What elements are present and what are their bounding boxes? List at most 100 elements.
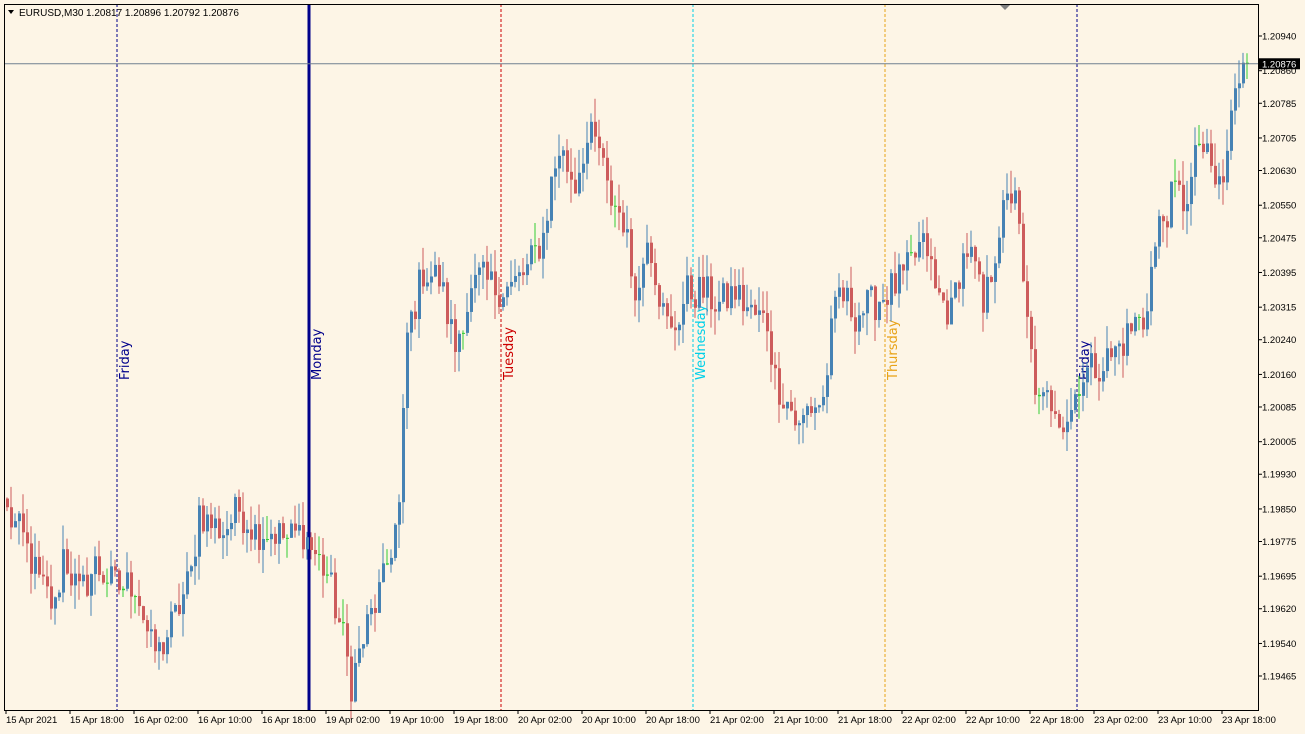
candle — [126, 552, 129, 592]
candle — [958, 280, 961, 303]
candle — [394, 523, 397, 562]
candle — [1222, 159, 1225, 205]
candle — [1138, 314, 1141, 331]
y-tick-label: 1.20085 — [1262, 402, 1296, 413]
candle — [634, 273, 637, 317]
x-tick-label: 19 Apr 02:00 — [326, 715, 380, 726]
chart-header[interactable]: EURUSD,M30 1.20817 1.20896 1.20792 1.208… — [8, 8, 239, 19]
candle — [878, 301, 881, 328]
candle — [470, 274, 473, 322]
candle — [1130, 322, 1133, 335]
candle — [794, 397, 797, 431]
candle — [990, 275, 993, 283]
candle — [222, 521, 225, 560]
candle — [1046, 381, 1049, 408]
candle — [954, 282, 957, 300]
candle — [298, 503, 301, 536]
candle — [906, 240, 909, 291]
candle — [478, 262, 481, 296]
candle — [326, 556, 329, 584]
candle — [558, 134, 561, 188]
y-tick-label: 1.20475 — [1262, 233, 1296, 244]
candle — [58, 589, 61, 601]
candle — [686, 256, 689, 312]
candle — [918, 221, 921, 262]
candlestick-chart[interactable]: Friday Monday Tuesday Wednesday Thursday Frid… — [0, 0, 1305, 734]
candle — [438, 257, 441, 294]
candle — [762, 291, 765, 323]
time-axis[interactable]: 15 Apr 2021 15 Apr 18:00 16 Apr 02:00 16 Ap… — [5, 710, 1276, 726]
candle — [1010, 170, 1013, 213]
candle — [330, 554, 333, 577]
candle — [1238, 60, 1241, 108]
candle — [66, 538, 69, 575]
candle — [162, 641, 165, 661]
candle — [506, 281, 509, 306]
candle — [1170, 181, 1173, 229]
candle — [118, 568, 121, 595]
candle — [334, 558, 337, 625]
candle — [1186, 180, 1189, 235]
candle — [350, 645, 353, 720]
candle — [682, 281, 685, 343]
candle — [250, 506, 253, 552]
candle — [798, 420, 801, 445]
candle — [98, 540, 101, 582]
candle — [590, 113, 593, 150]
candle — [822, 385, 825, 412]
candle — [14, 513, 17, 528]
candle — [586, 121, 589, 180]
candle — [342, 599, 345, 636]
candle — [934, 246, 937, 289]
candle — [874, 285, 877, 342]
candle — [622, 200, 625, 237]
candle — [994, 256, 997, 304]
candle — [662, 292, 665, 316]
chart-canvas[interactable]: Friday Monday Tuesday Wednesday Thursday Frid… — [0, 0, 1305, 734]
candle — [458, 330, 461, 372]
candle — [86, 557, 89, 598]
y-tick-label: 1.20315 — [1262, 303, 1296, 314]
candle — [654, 248, 657, 296]
candle — [1038, 387, 1041, 415]
dropdown-arrow-icon[interactable] — [8, 10, 14, 14]
candle — [846, 280, 849, 316]
candle — [30, 526, 33, 594]
candle — [1022, 212, 1025, 283]
candle — [486, 245, 489, 301]
candle — [82, 565, 85, 587]
candle — [926, 217, 929, 272]
day-label-4: Thursday — [886, 319, 901, 381]
candle — [278, 519, 281, 564]
candle — [830, 305, 833, 380]
price-axis[interactable]: 1.209401.208601.207851.207051.206301.205… — [1258, 32, 1296, 683]
candle — [982, 271, 985, 332]
candle — [914, 251, 917, 266]
candle — [998, 226, 1001, 269]
current-price-text: 1.20876 — [1262, 59, 1296, 70]
candle — [370, 599, 373, 626]
candle — [678, 322, 681, 346]
x-tick-label: 23 Apr 10:00 — [1158, 715, 1212, 726]
candle — [770, 310, 773, 383]
shift-marker-icon[interactable] — [1000, 5, 1010, 10]
x-tick-label: 20 Apr 18:00 — [646, 715, 700, 726]
candle — [150, 609, 153, 647]
candle — [490, 253, 493, 281]
candle — [1198, 125, 1201, 147]
candle — [1102, 357, 1105, 392]
y-tick-label: 1.20630 — [1262, 166, 1296, 177]
candle — [262, 517, 265, 573]
candle — [1182, 161, 1185, 230]
candle — [1018, 186, 1021, 235]
candle — [1062, 416, 1065, 440]
candle — [826, 363, 829, 414]
candle — [1162, 214, 1165, 243]
candle — [1142, 307, 1145, 338]
candle — [986, 255, 989, 320]
candle — [746, 284, 749, 317]
candle — [230, 514, 233, 541]
candle — [930, 238, 933, 281]
candle — [1070, 388, 1073, 430]
candle — [758, 287, 761, 332]
